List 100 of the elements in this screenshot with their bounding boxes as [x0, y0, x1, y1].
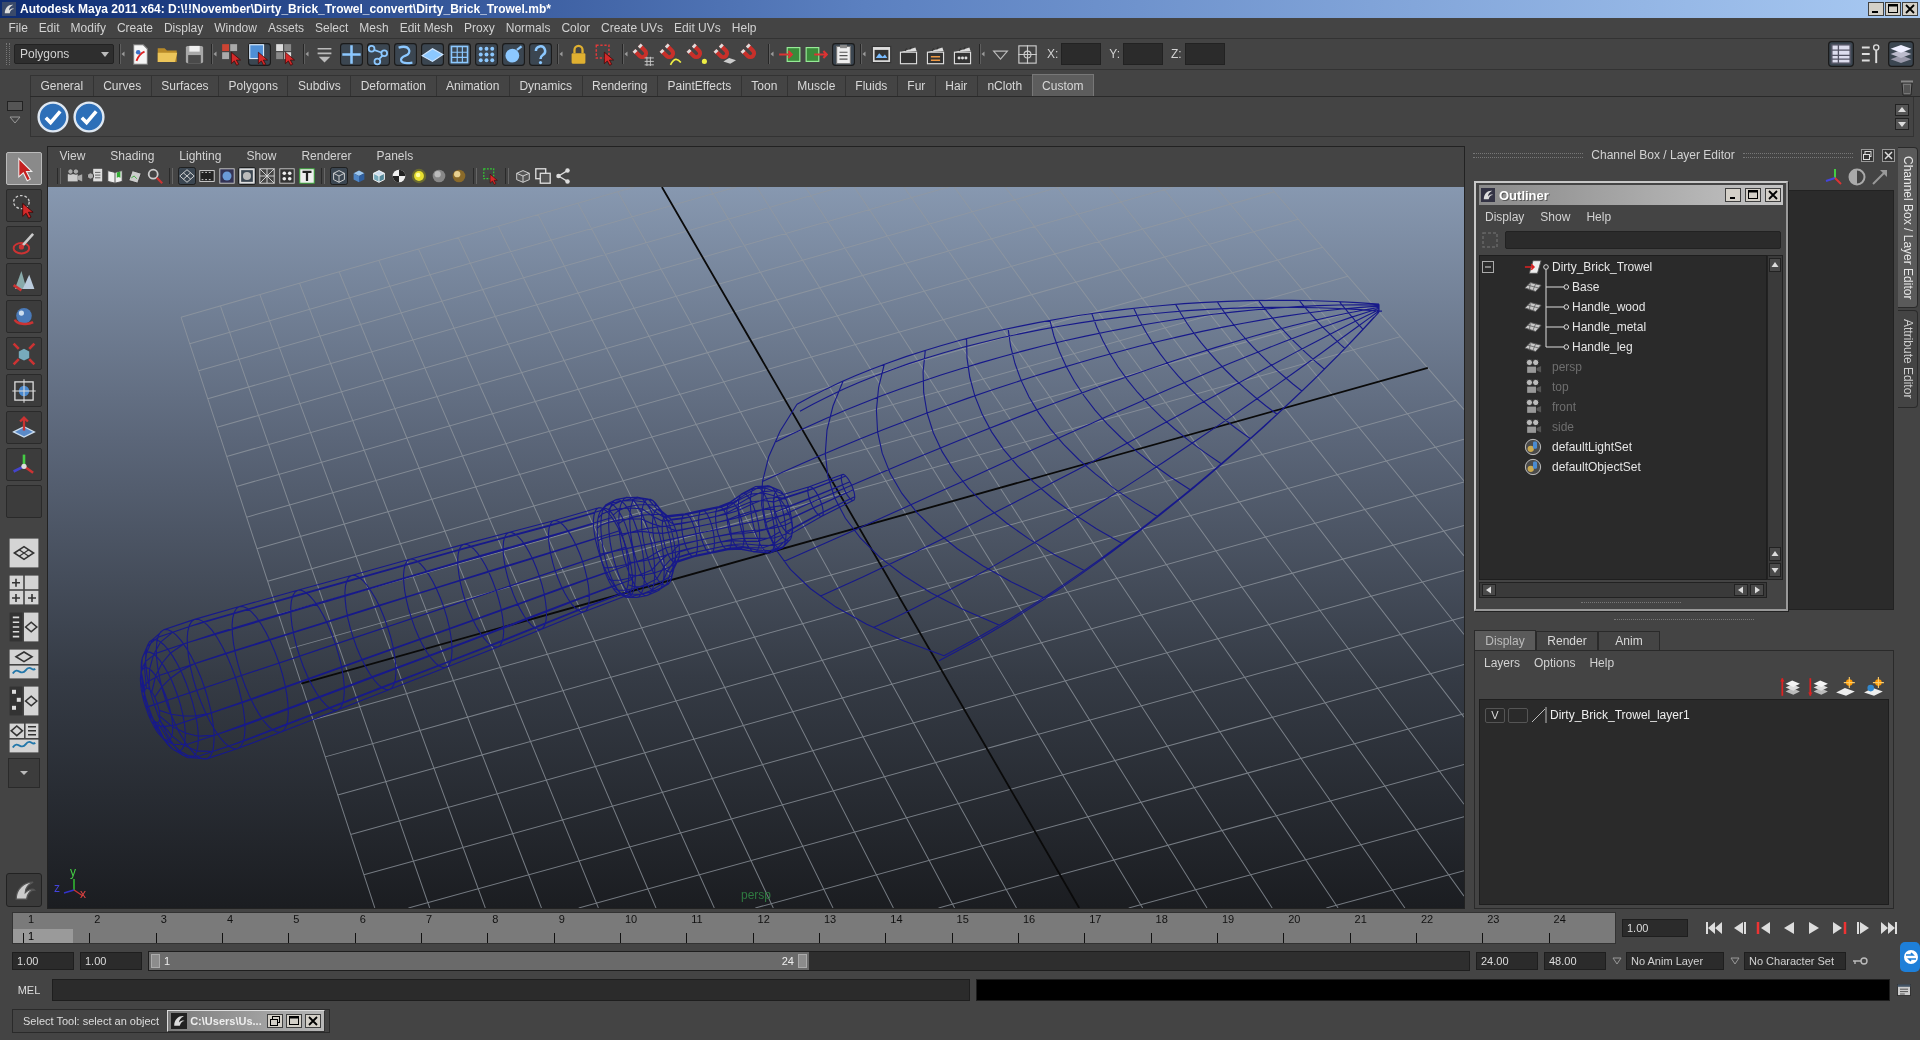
collapse-handle-icon[interactable] — [767, 43, 774, 65]
collapse-handle-icon[interactable] — [210, 43, 217, 65]
layers-up-arrow-icon[interactable] — [1779, 676, 1801, 698]
scroll-down-icon[interactable] — [1895, 117, 1909, 130]
coordinate-field[interactable] — [1061, 43, 1102, 65]
menu-item[interactable]: Edit — [33, 21, 66, 35]
side-tab[interactable]: Attribute Editor — [1898, 310, 1918, 408]
layer-editor-tab[interactable]: Anim — [1598, 631, 1660, 650]
list-view-layout-icon[interactable] — [8, 610, 40, 643]
collapse-handle-icon[interactable] — [859, 43, 866, 65]
cube-icon[interactable] — [514, 167, 532, 185]
visibility-toggle[interactable]: V — [1485, 707, 1505, 723]
outliner-item[interactable]: Handle_wood — [1572, 300, 1646, 314]
close-icon[interactable] — [1882, 148, 1895, 162]
script-window-icon[interactable] — [1896, 982, 1912, 998]
diagonal-arrow-icon[interactable] — [1870, 167, 1890, 187]
current-frame-marker[interactable]: 1 — [13, 929, 73, 943]
clipboard-icon[interactable] — [832, 42, 855, 66]
squares-cursor-icon[interactable] — [221, 42, 244, 66]
maximize-icon[interactable] — [1885, 2, 1901, 16]
menu-item[interactable]: Normals — [500, 21, 556, 35]
magnet-grid-icon[interactable] — [632, 42, 655, 66]
menu-item[interactable]: Display — [158, 21, 209, 35]
scroll-down-icon[interactable] — [1769, 563, 1781, 577]
plane-sparkle-icon[interactable] — [1835, 676, 1857, 698]
check-circle-icon[interactable] — [37, 100, 69, 133]
crosshair-box-icon[interactable] — [1016, 42, 1039, 66]
shelf-tab[interactable]: Dynamics — [508, 75, 583, 96]
coordinate-field[interactable] — [1184, 43, 1225, 65]
cross-grid-icon[interactable] — [258, 167, 276, 185]
maximize-icon[interactable] — [286, 1014, 303, 1028]
scroll-left-icon[interactable] — [1482, 584, 1496, 596]
viewport-menu-item[interactable]: Shading — [104, 149, 160, 163]
minimize-icon[interactable] — [1725, 188, 1741, 202]
tool-button[interactable] — [6, 152, 42, 185]
circle-square-icon[interactable] — [218, 167, 236, 185]
collapse-handle-icon[interactable] — [118, 43, 125, 65]
range-slider-track[interactable]: 1 24 — [148, 951, 1470, 971]
outliner-item[interactable]: Dirty_Brick_Trowel — [1552, 260, 1653, 274]
language-toggle[interactable]: MEL — [12, 984, 46, 996]
viewport-menu-item[interactable]: Lighting — [173, 149, 227, 163]
square-frame-icon[interactable] — [238, 167, 256, 185]
joint-chain-icon[interactable] — [367, 42, 390, 66]
magnet-curve-icon[interactable] — [659, 42, 682, 66]
scroll-up-icon[interactable] — [1769, 547, 1781, 561]
slashed-swatch-icon[interactable] — [1531, 707, 1547, 723]
menu-item[interactable]: Edit UVs — [668, 21, 727, 35]
perspective-viewport[interactable]: y z x persp — [48, 187, 1464, 908]
menu-item[interactable]: Create UVs — [595, 21, 669, 35]
tool-button[interactable] — [6, 411, 42, 444]
range-handle[interactable] — [151, 954, 160, 968]
layers-down-arrow-icon[interactable] — [1807, 676, 1829, 698]
collapse-handle-icon[interactable] — [302, 43, 309, 65]
tool-button[interactable] — [6, 263, 42, 296]
matte-sphere-icon[interactable] — [430, 167, 448, 185]
dotted-square-cursor-icon[interactable] — [482, 167, 500, 185]
menu-item[interactable]: Options — [1534, 656, 1576, 670]
menu-item[interactable]: Display — [1485, 210, 1525, 224]
caret-icon[interactable] — [1730, 957, 1740, 965]
outliner-item[interactable]: Handle_leg — [1572, 340, 1633, 354]
current-time-field[interactable]: 1.00 — [1622, 919, 1688, 937]
outliner-item[interactable]: defaultLightSet — [1552, 440, 1633, 454]
scroll-up-icon[interactable] — [1895, 103, 1909, 116]
shelf-tab[interactable]: Custom — [1031, 74, 1094, 96]
end-time-field[interactable]: 48.00 — [1544, 952, 1606, 970]
collapse-handle-icon[interactable] — [621, 43, 628, 65]
float-window-icon[interactable] — [1861, 148, 1874, 162]
single-view-layout-icon[interactable] — [8, 536, 40, 569]
outliner-item[interactable]: defaultObjectSet — [1552, 460, 1641, 474]
magnifier-icon[interactable] — [146, 167, 164, 185]
menu-item[interactable]: File — [3, 21, 34, 35]
t-tile-icon[interactable] — [298, 167, 316, 185]
layer-editor-tab[interactable]: Display — [1474, 630, 1536, 650]
checker-ball-icon[interactable] — [390, 167, 408, 185]
scroll-left-icon[interactable] — [1734, 584, 1748, 596]
s-curve-icon[interactable] — [394, 42, 417, 66]
check-circle-icon[interactable] — [73, 100, 105, 133]
collapse-box-icon[interactable] — [1482, 261, 1494, 273]
scroll-right-icon[interactable] — [1750, 584, 1764, 596]
plus-icon[interactable] — [340, 42, 363, 66]
key-icon[interactable] — [1852, 956, 1868, 966]
graph-view-layout-icon[interactable] — [8, 647, 40, 680]
filter-field[interactable] — [1505, 231, 1781, 249]
menu-item[interactable]: Edit Mesh — [394, 21, 459, 35]
start-time-field[interactable]: 1.00 — [12, 952, 74, 970]
outliner-item[interactable]: Handle_metal — [1572, 320, 1647, 334]
menu-item[interactable]: Show — [1540, 210, 1571, 224]
menu-item[interactable]: Layers — [1484, 656, 1521, 670]
wire-cube-icon[interactable] — [330, 167, 348, 185]
magnet-plane-icon[interactable] — [713, 42, 736, 66]
range-handle[interactable] — [798, 954, 807, 968]
menu-item[interactable]: Window — [208, 21, 263, 35]
dotted-square-cursor-icon[interactable] — [594, 42, 617, 66]
magnet-point-icon[interactable] — [686, 42, 709, 66]
axis-tripod-icon[interactable] — [1824, 167, 1844, 187]
tool-button[interactable] — [6, 448, 42, 481]
flat-plane-icon[interactable] — [421, 42, 444, 66]
maximize-icon[interactable] — [1745, 188, 1761, 202]
trash-can-icon[interactable] — [1900, 78, 1914, 96]
shelf-tab[interactable]: Polygons — [218, 75, 289, 96]
